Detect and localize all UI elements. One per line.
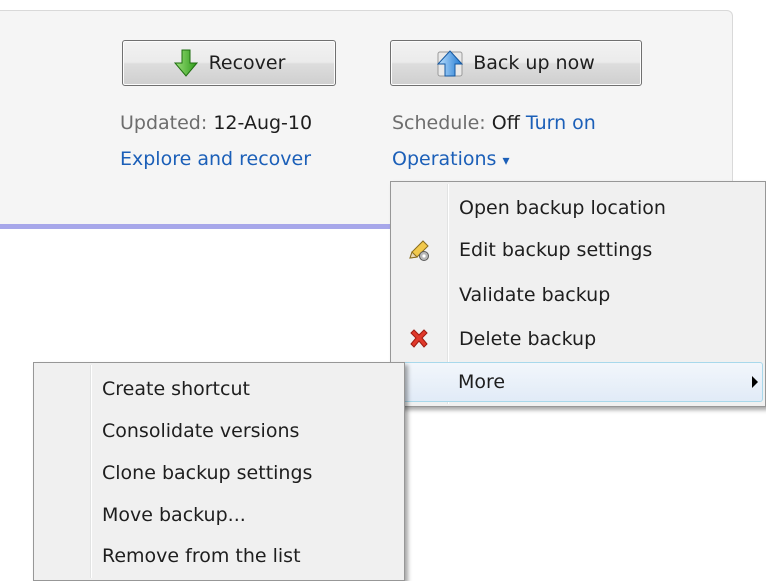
menu-item-label: More — [458, 371, 506, 393]
menu-item-label: Clone backup settings — [102, 462, 313, 484]
pencil-gear-icon — [409, 240, 429, 261]
updated-row: Updated: 12-Aug-10 — [120, 112, 312, 134]
menu-item-consolidate-versions[interactable]: Consolidate versions — [36, 411, 402, 451]
menu-item-label: Edit backup settings — [459, 239, 653, 261]
menu-item-clone-backup-settings[interactable]: Clone backup settings — [36, 453, 402, 493]
menu-item-label: Create shortcut — [102, 378, 250, 400]
menu-item-validate-backup[interactable]: Validate backup — [393, 275, 763, 315]
menu-item-move-backup[interactable]: Move backup... — [36, 495, 402, 535]
menu-item-label: Move backup... — [102, 504, 246, 526]
panel-accent-bar — [0, 224, 390, 229]
operations-menu: Open backup location Edit backup setting… — [390, 181, 766, 407]
red-x-icon — [410, 329, 428, 348]
menu-item-more[interactable]: More — [393, 362, 763, 402]
menu-item-open-backup-location[interactable]: Open backup location — [393, 188, 763, 228]
menu-item-label: Consolidate versions — [102, 420, 300, 442]
menu-item-label: Validate backup — [459, 284, 611, 306]
menu-item-label: Delete backup — [459, 328, 597, 350]
green-down-arrow-icon — [173, 49, 198, 77]
back-up-now-button[interactable]: Back up now — [390, 40, 642, 86]
menu-item-remove-from-list[interactable]: Remove from the list — [36, 536, 402, 576]
menu-item-delete-backup[interactable]: Delete backup — [393, 319, 763, 359]
more-submenu: Create shortcut Consolidate versions Clo… — [33, 362, 405, 581]
operations-label: Operations — [392, 148, 497, 170]
menu-item-label: Open backup location — [459, 197, 666, 219]
schedule-row: Schedule: Off Turn on — [392, 112, 596, 134]
back-up-now-button-label: Back up now — [473, 52, 595, 74]
submenu-arrow-icon — [752, 376, 758, 388]
operations-dropdown[interactable]: Operations ▾ — [392, 148, 510, 170]
explore-and-recover-link[interactable]: Explore and recover — [120, 148, 311, 170]
schedule-label: Schedule: — [392, 112, 486, 134]
updated-label: Updated: — [120, 112, 208, 134]
chevron-down-icon: ▾ — [502, 153, 510, 169]
menu-item-edit-backup-settings[interactable]: Edit backup settings — [393, 230, 763, 270]
menu-item-label: Remove from the list — [102, 545, 301, 567]
schedule-value: Off — [491, 112, 520, 134]
updated-value: 12-Aug-10 — [213, 112, 313, 134]
turn-on-link[interactable]: Turn on — [526, 112, 596, 134]
blue-up-arrow-icon — [437, 50, 464, 77]
recover-button[interactable]: Recover — [122, 40, 336, 86]
menu-item-create-shortcut[interactable]: Create shortcut — [36, 369, 402, 409]
recover-button-label: Recover — [208, 52, 286, 74]
